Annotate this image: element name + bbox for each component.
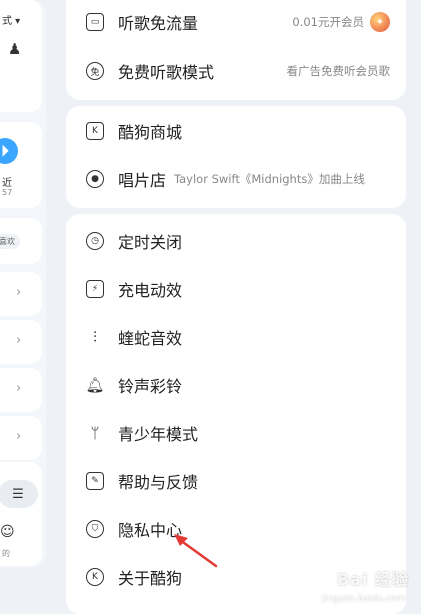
- menu-item-privacy[interactable]: ⛉ 隐私中心: [86, 514, 390, 544]
- menu-item-label: 酷狗商城: [118, 123, 183, 142]
- menu-item-charging[interactable]: ⚡ 充电动效: [86, 274, 390, 304]
- promo-avatar-icon: ✦: [370, 12, 390, 32]
- menu-item-subtitle: 看广告免费听会员歌: [286, 64, 391, 78]
- left-list-item-1[interactable]: ›: [0, 272, 42, 316]
- chevron-right-icon: ›: [16, 429, 22, 444]
- free-mode-icon: 免: [86, 62, 104, 80]
- left-list-item-3[interactable]: ›: [0, 368, 42, 412]
- store-icon: K: [86, 122, 104, 140]
- menu-item-label: 充电动效: [118, 281, 183, 300]
- menu-item-label: 听歌免流量: [118, 14, 199, 33]
- privacy-icon: ⛉: [86, 520, 104, 538]
- mine-label: 的: [2, 549, 10, 558]
- sim-card-icon: ▭: [86, 13, 104, 31]
- menu-item-timer[interactable]: ◷ 定时关闭: [86, 226, 390, 256]
- menu-item-label: 蝰蛇音效: [118, 329, 183, 348]
- menu-item-teen-mode[interactable]: ᛘ 青少年模式: [86, 418, 390, 448]
- profile-icon[interactable]: ♟: [8, 40, 21, 58]
- left-list-item-4[interactable]: ›: [0, 416, 42, 460]
- menu-item-store[interactable]: K 酷狗商城: [86, 116, 390, 146]
- left-list-item-2[interactable]: ›: [0, 320, 42, 364]
- menu-item-label: 定时关闭: [118, 233, 183, 252]
- menu-item-label: 铃声彩铃: [118, 377, 183, 396]
- card-membership: ▭ 听歌免流量 0.01元开会员 ✦ 免 免费听歌模式 看广告免费听会员歌: [66, 0, 406, 100]
- menu-item-label: 青少年模式: [118, 425, 199, 444]
- menu-item-ringtone[interactable]: 🔔︎ 铃声彩铃: [85, 370, 390, 400]
- bell-icon: 🔔︎: [85, 376, 105, 394]
- menu-item-free-mode[interactable]: 免 免费听歌模式 看广告免费听会员歌: [86, 56, 390, 86]
- like-tag[interactable]: 喜欢: [0, 234, 20, 249]
- left-card-like[interactable]: 喜欢: [0, 218, 42, 264]
- record-store-icon: ●: [86, 170, 104, 188]
- left-card-recent[interactable]: ⏵ 近 57: [0, 122, 42, 208]
- chevron-right-icon: ›: [16, 333, 22, 348]
- left-drawer-peek: 式 ▾ ♟ ⏵ 近 57 喜欢 › › › › ☰ ☺ 的: [0, 0, 46, 568]
- chevron-right-icon: ›: [16, 381, 22, 396]
- menu-item-subtitle: Taylor Swift《Midnights》加曲上线: [174, 172, 365, 186]
- menu-item-subtitle: 0.01元开会员: [292, 15, 364, 29]
- annotation-arrow-icon: [174, 534, 218, 568]
- recent-label: 近: [2, 178, 12, 189]
- menu-item-record-store[interactable]: ● 唱片店 Taylor Swift《Midnights》加曲上线: [86, 164, 390, 194]
- timer-icon: ◷: [86, 232, 104, 250]
- card-settings: ◷ 定时关闭 ⚡ 充电动效 ⫶ 蝰蛇音效 🔔︎ 铃声彩铃 ᛘ 青少年模式 ✎ 帮…: [66, 214, 406, 614]
- charging-icon: ⚡: [86, 280, 104, 298]
- menu-item-label: 免费听歌模式: [118, 63, 215, 82]
- list-menu-icon[interactable]: ☰: [0, 480, 38, 508]
- settings-menu: ▭ 听歌免流量 0.01元开会员 ✦ 免 免费听歌模式 看广告免费听会员歌 K …: [66, 0, 406, 614]
- recent-icon: ⏵: [0, 138, 18, 164]
- menu-item-free-data[interactable]: ▭ 听歌免流量 0.01元开会员 ✦: [86, 7, 390, 37]
- mode-dropdown-label[interactable]: 式 ▾: [2, 12, 20, 27]
- baidu-watermark: Bai 经验: [336, 570, 409, 589]
- about-icon: K: [86, 568, 104, 586]
- card-store: K 酷狗商城 ● 唱片店 Taylor Swift《Midnights》加曲上线: [66, 106, 406, 208]
- menu-item-label: 唱片店: [118, 171, 167, 190]
- recent-count: 57: [2, 188, 13, 197]
- chevron-right-icon: ›: [16, 285, 22, 300]
- mine-icon[interactable]: ☺: [0, 524, 15, 540]
- menu-item-help-feedback[interactable]: ✎ 帮助与反馈: [86, 466, 390, 496]
- menu-item-label: 帮助与反馈: [118, 473, 199, 492]
- equalizer-icon: ⫶: [93, 328, 97, 346]
- baidu-watermark-url: jingyan.baidu.com: [321, 594, 405, 604]
- menu-item-viper-sound[interactable]: ⫶ 蝰蛇音效: [86, 322, 390, 352]
- left-card-bottom: ☰ ☺ 的: [0, 462, 42, 566]
- left-card-top[interactable]: 式 ▾ ♟: [0, 0, 42, 112]
- feedback-icon: ✎: [86, 472, 104, 490]
- sprout-icon: ᛘ: [90, 424, 100, 442]
